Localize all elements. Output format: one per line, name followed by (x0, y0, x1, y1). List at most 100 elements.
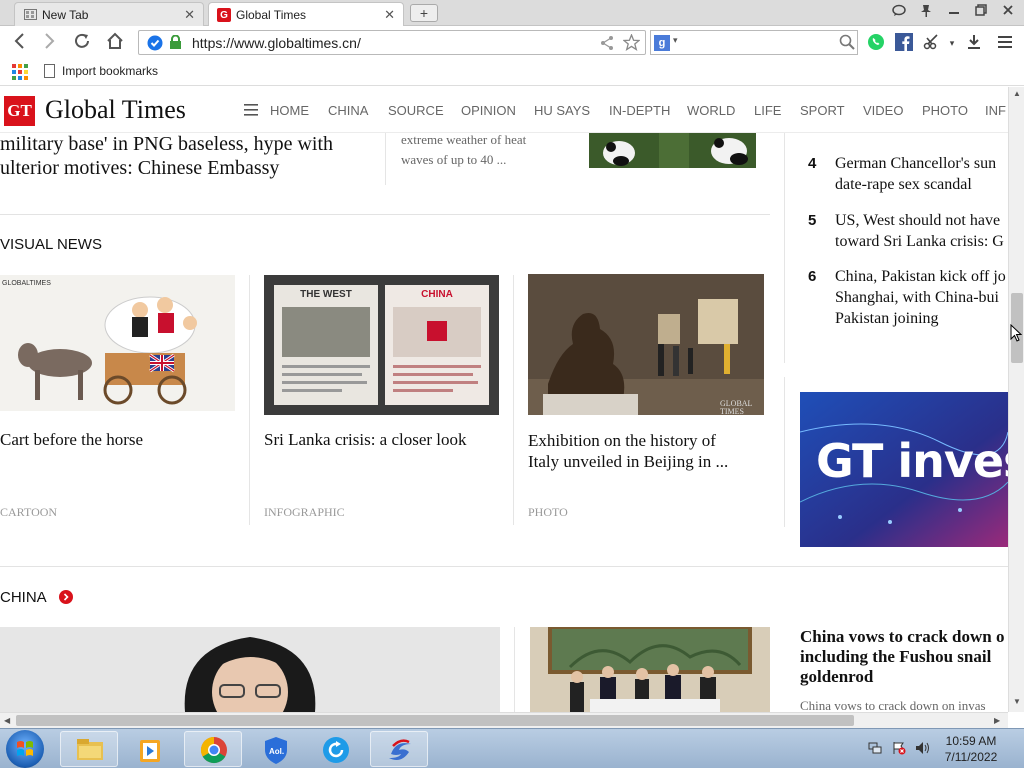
visual-news-category[interactable]: INFOGRAPHIC (264, 505, 345, 520)
divider (784, 377, 785, 527)
minimize-icon[interactable] (948, 4, 960, 19)
scroll-down-icon[interactable]: ▼ (1013, 697, 1021, 706)
facebook-icon[interactable] (894, 33, 914, 53)
hamburger-menu-icon[interactable] (244, 103, 258, 121)
nav-life[interactable]: LIFE (754, 103, 781, 118)
nav-home[interactable]: HOME (270, 103, 309, 118)
search-icon[interactable] (839, 34, 855, 55)
scroll-up-icon[interactable]: ▲ (1013, 89, 1021, 98)
url-text[interactable]: https://www.globaltimes.cn/ (192, 35, 361, 51)
site-logo-mark[interactable]: GT (4, 96, 35, 126)
trending-item[interactable]: German Chancellor's sun date-rape sex sc… (835, 153, 996, 195)
china-section-heading[interactable]: CHINA (0, 589, 47, 606)
trending-rank: 6 (808, 268, 817, 285)
reload-button[interactable] (70, 31, 94, 55)
china-side-headline[interactable]: China vows to crack down o including the… (800, 627, 1005, 687)
vertical-scrollbar[interactable]: ▲ ▼ (1008, 87, 1024, 712)
menu-icon[interactable] (995, 33, 1015, 53)
title-line: Italy unveiled in Beijing in ... (528, 452, 729, 471)
headline-line: military base' in PNG baseless, hype wit… (0, 133, 333, 155)
search-engine-box[interactable]: g ▾ (650, 30, 858, 55)
tab-global-times[interactable]: G Global Times ✕ (208, 2, 404, 27)
action-center-flag-icon[interactable] (892, 741, 906, 758)
text-line (393, 373, 473, 376)
chat-bubble-icon[interactable] (892, 4, 906, 20)
exhibition-photo[interactable]: GLOBAL TIMES (528, 274, 764, 415)
download-icon[interactable] (964, 33, 984, 53)
apps-grid-icon[interactable] (12, 64, 28, 80)
horizontal-scroll-thumb[interactable] (16, 715, 854, 726)
nav-info[interactable]: INF (985, 103, 1006, 118)
text-line (282, 389, 342, 392)
nav-china[interactable]: CHINA (328, 103, 368, 118)
china-second-photo[interactable] (530, 627, 770, 712)
taskbar-clock[interactable]: 10:59 AM 7/11/2022 (936, 733, 1006, 765)
document-icon (44, 64, 55, 78)
top-story-side-snippet[interactable]: extreme weather of heat waves of up to 4… (401, 130, 526, 170)
aol-shield-button[interactable]: Aol. (246, 731, 304, 767)
bookmark-import[interactable]: Import bookmarks (44, 64, 158, 78)
scroll-right-icon[interactable]: ▶ (994, 716, 1000, 725)
back-button[interactable] (8, 31, 32, 55)
trending-item[interactable]: US, West should not have toward Sri Lank… (835, 210, 1004, 252)
tab-new-tab[interactable]: New Tab ✕ (14, 2, 204, 26)
scroll-left-icon[interactable]: ◀ (4, 716, 10, 725)
visual-news-title[interactable]: Exhibition on the history of Italy unvei… (528, 430, 728, 472)
visual-news-category[interactable]: PHOTO (528, 505, 568, 520)
restore-icon[interactable] (975, 4, 987, 19)
nav-sport[interactable]: SPORT (800, 103, 845, 118)
china-side-snippet[interactable]: China vows to crack down on invas (800, 698, 986, 712)
nav-world[interactable]: WORLD (687, 103, 735, 118)
panda-image[interactable] (589, 133, 756, 168)
volume-icon[interactable] (915, 741, 931, 758)
nav-photo[interactable]: PHOTO (922, 103, 968, 118)
nav-in-depth[interactable]: IN-DEPTH (609, 103, 670, 118)
horizontal-scrollbar[interactable]: ◀ ▶ (0, 712, 1008, 728)
visual-news-title[interactable]: Cart before the horse (0, 430, 143, 450)
top-story-headline[interactable]: military base' in PNG baseless, hype wit… (0, 132, 333, 180)
trending-rank: 5 (808, 212, 817, 229)
clock-date: 7/11/2022 (944, 750, 998, 764)
visual-news-category[interactable]: CARTOON (0, 505, 57, 520)
close-icon[interactable]: ✕ (384, 7, 395, 23)
media-player-button[interactable] (122, 731, 180, 767)
browser-app-button[interactable] (370, 731, 428, 767)
verified-shield-icon (147, 35, 163, 56)
nav-hu-says[interactable]: HU SAYS (534, 103, 590, 118)
china-lead-photo[interactable] (0, 627, 500, 712)
chevron-down-icon[interactable]: ▾ (673, 35, 678, 46)
nav-opinion[interactable]: OPINION (461, 103, 516, 118)
visual-news-title[interactable]: Sri Lanka crisis: a closer look (264, 430, 467, 450)
close-window-icon[interactable] (1002, 4, 1014, 19)
scissors-icon[interactable] (922, 33, 942, 53)
chevron-down-icon[interactable]: ▾ (942, 33, 962, 53)
trending-line: China, Pakistan kick off jo (835, 268, 1006, 285)
close-icon[interactable]: ✕ (184, 7, 195, 23)
star-icon[interactable] (622, 33, 641, 56)
whatsapp-icon[interactable] (866, 33, 886, 53)
trending-line: date-rape sex scandal (835, 176, 972, 193)
refresh-app-button[interactable] (308, 731, 366, 767)
infographic-image[interactable]: THE WEST CHINA (264, 275, 499, 415)
new-tab-button[interactable]: + (410, 4, 438, 22)
chrome-button[interactable] (184, 731, 242, 767)
arrow-right-icon[interactable] (59, 590, 73, 604)
share-icon[interactable] (599, 35, 615, 56)
cartoon-image[interactable]: GLOBALTIMES (0, 275, 235, 411)
start-button[interactable] (6, 730, 44, 768)
forward-button[interactable] (37, 31, 61, 55)
address-bar[interactable]: https://www.globaltimes.cn/ (138, 30, 646, 55)
gt-invest-ad[interactable]: GT invest (800, 392, 1008, 547)
home-button[interactable] (103, 31, 127, 55)
network-icon[interactable] (868, 741, 882, 758)
file-explorer-button[interactable] (60, 731, 118, 767)
trending-item[interactable]: China, Pakistan kick off jo Shanghai, wi… (835, 266, 1006, 329)
trending-rank: 4 (808, 155, 817, 172)
visual-news-heading[interactable]: VISUAL NEWS (0, 236, 102, 253)
banknote-illustration (282, 307, 370, 357)
nav-video[interactable]: VIDEO (863, 103, 903, 118)
site-logo-text[interactable]: Global Times (45, 95, 186, 125)
site-header: GT Global Times HOME CHINA SOURCE OPINIO… (0, 87, 1008, 133)
pin-icon[interactable] (919, 4, 933, 21)
nav-source[interactable]: SOURCE (388, 103, 444, 118)
